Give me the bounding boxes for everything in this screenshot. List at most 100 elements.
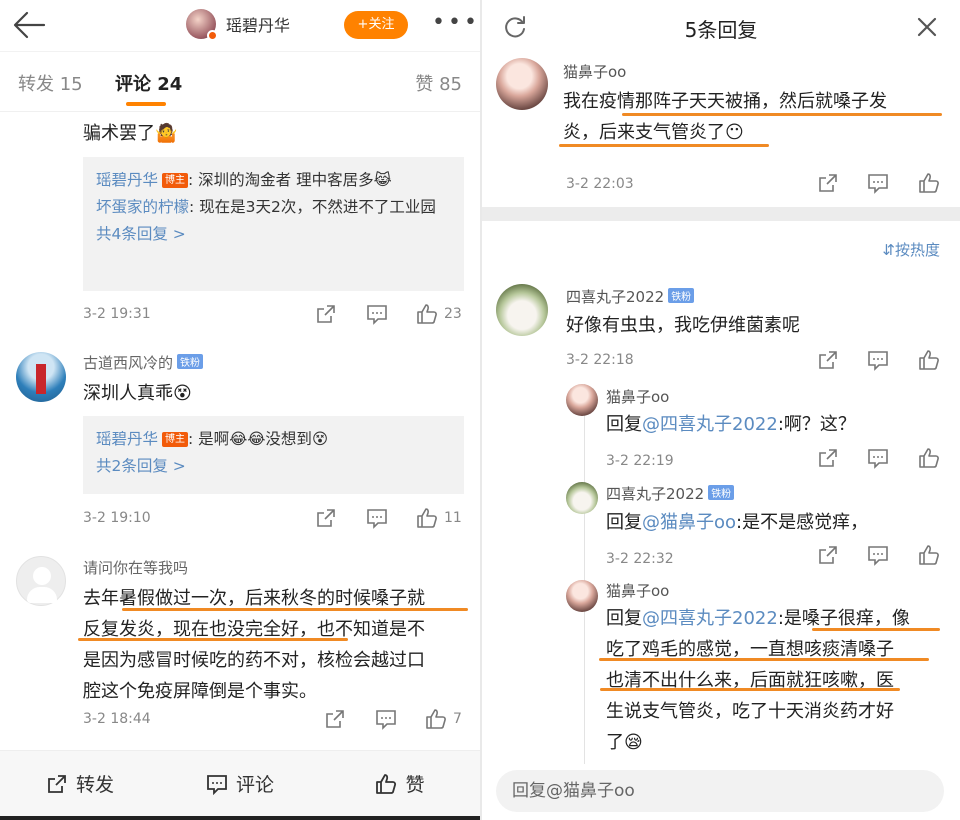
top-bar: 瑶碧丹华 +关注 •••	[0, 0, 480, 52]
sort-by-hot-button[interactable]: ⇵按热度	[882, 239, 940, 260]
comment-icon[interactable]	[366, 507, 388, 529]
share-icon[interactable]	[315, 303, 337, 325]
comment-text: 好像有虫虫，我吃伊维菌素呢	[566, 315, 800, 336]
comment-time: 3-2 22:18	[566, 352, 634, 368]
more-icon[interactable]: •••	[432, 12, 480, 34]
profile-name[interactable]: 瑶碧丹华	[226, 12, 290, 36]
share-icon[interactable]	[315, 507, 337, 529]
highlight-underline	[122, 608, 468, 611]
avatar[interactable]	[566, 580, 598, 612]
like-icon[interactable]	[918, 349, 940, 371]
reply-line: 生说支气管炎，吃了十天消炎药才好	[606, 701, 894, 722]
comment-actions: 3-2 19:10 11	[83, 507, 468, 531]
reply-text: : 深圳的淘金者 理中客居多😹	[188, 171, 392, 189]
thread-line	[584, 384, 585, 764]
avatar[interactable]	[566, 384, 598, 416]
share-icon[interactable]	[817, 349, 839, 371]
more-replies-link[interactable]: 共4条回复 >	[96, 221, 451, 248]
comment-text: 我在疫情那阵子天天被捅，然后就嗓子发 炎，后来支气管炎了😶	[563, 86, 943, 148]
more-replies-link[interactable]: 共2条回复 >	[96, 453, 451, 480]
comment-author[interactable]: 猫鼻子oo	[563, 61, 626, 82]
mention-link[interactable]: @四喜丸子2022	[642, 414, 778, 435]
reply-text: 回复@四喜丸子2022:啊？这？	[606, 409, 856, 440]
reply-author[interactable]: 瑶碧丹华	[96, 171, 158, 189]
avatar[interactable]	[186, 9, 218, 41]
comment-icon[interactable]	[867, 447, 889, 469]
share-icon[interactable]	[817, 544, 839, 566]
highlight-underline	[600, 688, 900, 691]
replies-sheet: 5条回复 猫鼻子oo 我在疫情那阵子天天被捅，然后就嗓子发 炎，后来支气管炎了😶…	[482, 0, 960, 820]
comment-icon[interactable]	[375, 708, 397, 730]
like-icon[interactable]	[918, 447, 940, 469]
follow-button[interactable]: +关注	[344, 11, 408, 39]
reply-author[interactable]: 猫鼻子oo	[606, 386, 669, 407]
comment-text: 去年暑假做过一次，后来秋冬的时候嗓子就 反复发炎，现在也没完全好，也不知道是不 …	[83, 583, 467, 707]
avatar[interactable]	[496, 58, 548, 110]
back-arrow-icon[interactable]	[12, 10, 46, 40]
reply-text: 回复@四喜丸子2022:是嗓子很痒，像 吃了鸡毛的感觉，一直想咳痰清嗓子 也清不…	[606, 603, 936, 758]
comment-text-cut: 骗术罢了🤷	[83, 123, 178, 144]
comment-time: 3-2 19:10	[83, 510, 151, 526]
comment-time: 3-2 19:31	[83, 306, 151, 322]
comment-icon[interactable]	[867, 349, 889, 371]
reply-text: : 是啊😂😂没想到😵	[188, 430, 329, 448]
comment-text: 深圳人真乖😵	[83, 383, 192, 404]
like-icon[interactable]	[416, 507, 438, 529]
avatar[interactable]	[496, 284, 548, 336]
reply-body: :是不是感觉痒，	[736, 512, 869, 533]
share-icon[interactable]	[817, 447, 839, 469]
tab-comment[interactable]: 评论 24	[115, 70, 182, 96]
profile-header[interactable]: 瑶碧丹华	[186, 9, 290, 41]
comment-icon[interactable]	[867, 172, 889, 194]
share-icon[interactable]	[817, 172, 839, 194]
reply-text: 回复@猫鼻子oo:是不是感觉痒，	[606, 507, 868, 538]
mention-link[interactable]: @四喜丸子2022	[642, 608, 778, 629]
avatar[interactable]	[16, 556, 66, 606]
username[interactable]: 四喜丸子2022	[606, 485, 704, 503]
comment-icon[interactable]	[366, 303, 388, 325]
reply-preview-box[interactable]: 瑶碧丹华 博主: 是啊😂😂没想到😵 共2条回复 >	[83, 416, 464, 494]
reply-author[interactable]: 坏蛋家的柠檬	[96, 198, 189, 216]
section-divider	[482, 207, 960, 221]
sort-label: 按热度	[894, 241, 940, 259]
reply-prefix: 回复	[606, 608, 642, 629]
comment-icon[interactable]	[867, 544, 889, 566]
like-label: 赞	[405, 774, 425, 796]
avatar[interactable]	[566, 482, 598, 514]
share-icon[interactable]	[324, 708, 346, 730]
like-button[interactable]: 赞	[320, 751, 480, 816]
bottom-action-bar: 转发 评论 赞	[0, 750, 480, 816]
username[interactable]: 四喜丸子2022	[566, 288, 664, 306]
active-tab-indicator	[126, 102, 166, 106]
comment-author[interactable]: 四喜丸子2022 铁粉	[566, 286, 695, 307]
close-icon[interactable]	[914, 14, 940, 40]
repost-label: 转发	[75, 774, 114, 796]
reply-body: :啊？这？	[777, 414, 856, 435]
like-icon[interactable]	[425, 708, 447, 730]
like-icon[interactable]	[918, 172, 940, 194]
tab-bar: 转发 15 评论 24 赞 85	[0, 52, 480, 112]
reply-line: 也清不出什么来，后面就狂咳嗽，医	[606, 670, 894, 691]
tab-like[interactable]: 赞 85	[415, 70, 462, 96]
comment-button[interactable]: 评论	[160, 751, 320, 816]
comment-author[interactable]: 请问你在等我吗	[83, 557, 188, 578]
highlight-underline	[559, 144, 769, 147]
comment-author[interactable]: 古道西风冷的 铁粉	[83, 352, 204, 373]
mention-link[interactable]: @猫鼻子oo	[642, 512, 736, 533]
comment-time: 3-2 22:19	[606, 453, 674, 469]
reply-prefix: 回复	[606, 512, 642, 533]
username[interactable]: 古道西风冷的	[83, 354, 173, 372]
reply-author[interactable]: 猫鼻子oo	[606, 580, 669, 601]
reply-preview-box[interactable]: 瑶碧丹华 博主: 深圳的淘金者 理中客居多😹 坏蛋家的柠檬: 现在是3天2次，不然…	[83, 157, 464, 291]
blogger-badge: 博主	[162, 173, 189, 188]
avatar[interactable]	[16, 352, 66, 402]
like-icon	[376, 773, 397, 794]
reply-author[interactable]: 瑶碧丹华	[96, 430, 158, 448]
like-icon[interactable]	[416, 303, 438, 325]
fan-badge: 铁粉	[668, 288, 695, 303]
like-icon[interactable]	[918, 544, 940, 566]
reply-author[interactable]: 四喜丸子2022 铁粉	[606, 483, 735, 504]
repost-button[interactable]: 转发	[0, 751, 160, 816]
tab-repost[interactable]: 转发 15	[18, 70, 83, 96]
reply-input[interactable]: 回复@猫鼻子oo	[496, 770, 944, 812]
